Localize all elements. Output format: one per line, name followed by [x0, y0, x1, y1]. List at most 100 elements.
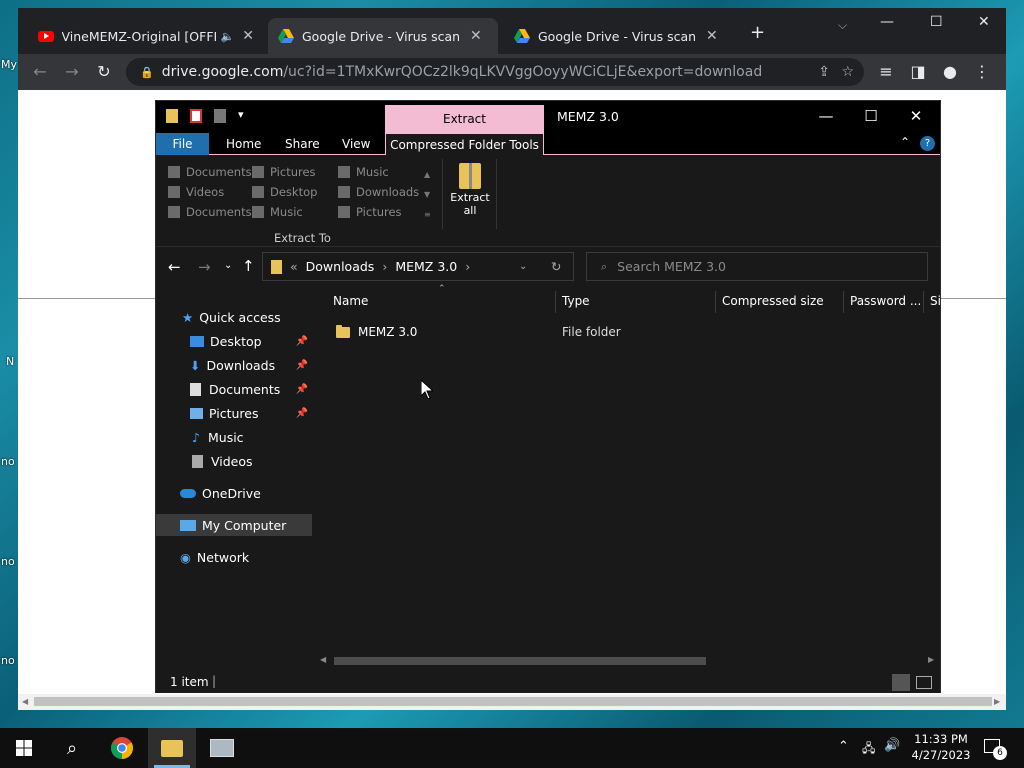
chrome-taskbar-button[interactable] [98, 728, 146, 768]
close-tab-icon[interactable]: ✕ [706, 28, 718, 44]
up-icon[interactable]: ↑ [242, 257, 255, 275]
scroll-right-icon[interactable]: ▶ [994, 697, 1000, 706]
extract-to-music[interactable]: Music [338, 165, 389, 179]
tab-file[interactable]: File [156, 133, 209, 155]
search-icon[interactable]: ⌕ [48, 728, 96, 768]
sidebar-my-computer[interactable]: My Computer [156, 514, 312, 536]
network-icon[interactable]: 🖧 [862, 739, 875, 760]
tab-youtube[interactable]: VineMEMZ-Original [OFFICIAL 🔈 ✕ [28, 18, 264, 54]
back-icon[interactable]: ← [30, 62, 50, 81]
extract-to-videos[interactable]: Videos [168, 185, 224, 199]
minimize-icon[interactable]: — [880, 14, 894, 30]
desktop-icon-label[interactable]: N [6, 355, 14, 368]
close-tab-icon[interactable]: ✕ [242, 28, 254, 44]
column-header-password[interactable]: Password ... [850, 294, 921, 308]
details-view-icon[interactable] [892, 674, 910, 691]
tab-home[interactable]: Home [214, 133, 273, 155]
maximize-icon[interactable]: ☐ [930, 14, 943, 30]
forward-icon[interactable]: → [62, 62, 82, 81]
tab-share[interactable]: Share [273, 133, 332, 155]
menu-icon[interactable]: ⋮ [972, 62, 992, 81]
close-tab-icon[interactable]: ✕ [470, 28, 482, 44]
sidebar-item-documents[interactable]: Documents 📌 [156, 378, 312, 400]
start-button[interactable] [0, 728, 48, 768]
close-icon[interactable]: ✕ [978, 14, 990, 30]
sidebar-onedrive[interactable]: OneDrive [156, 482, 312, 504]
refresh-icon[interactable]: ↻ [551, 259, 561, 274]
pin-icon[interactable]: 📌 [296, 360, 308, 371]
sidebar-item-pictures[interactable]: Pictures 📌 [156, 402, 312, 424]
sidebar-item-videos[interactable]: Videos [156, 450, 312, 472]
tab-search-icon[interactable]: ⌵ [838, 18, 847, 33]
pin-icon[interactable]: 📌 [296, 384, 308, 395]
tab-drive-2[interactable]: Google Drive - Virus scan warning ✕ [504, 18, 734, 54]
customize-quick-access-icon[interactable]: ▾ [238, 108, 244, 121]
column-header-size[interactable]: Si [930, 294, 941, 308]
breadcrumb-memz[interactable]: MEMZ 3.0 [395, 259, 457, 274]
help-icon[interactable]: ? [920, 136, 935, 151]
extract-to-pictures-2[interactable]: Pictures [338, 205, 402, 219]
column-header-compressed-size[interactable]: Compressed size [722, 294, 824, 308]
pin-icon[interactable]: 📌 [296, 336, 308, 347]
file-explorer-taskbar-button[interactable] [148, 728, 196, 768]
address-bar[interactable]: 🔒 drive.google.com/uc?id=1TMxKwrQOCz2lk9… [126, 58, 864, 86]
tab-drive-1[interactable]: Google Drive - Virus scan warning ✕ [268, 18, 498, 54]
desktop-icon-label[interactable]: My [1, 58, 17, 71]
scrollbar-thumb[interactable] [334, 657, 706, 665]
extract-to-documents[interactable]: Documents [168, 165, 252, 179]
new-folder-icon[interactable] [214, 109, 226, 123]
lock-icon[interactable]: 🔒 [140, 66, 154, 79]
extract-to-music-2[interactable]: Music [252, 205, 303, 219]
gallery-scroll-icon[interactable]: ▲ ▼ ≡ [424, 165, 431, 225]
reload-icon[interactable]: ↻ [94, 62, 114, 81]
volume-icon[interactable]: 🔊 [884, 738, 900, 753]
address-dropdown-icon[interactable]: ⌄ [519, 261, 527, 272]
show-hidden-icons-icon[interactable]: ⌃ [838, 739, 849, 754]
properties-icon[interactable] [190, 109, 202, 123]
clock[interactable]: 11:33 PM 4/27/2023 [910, 731, 972, 763]
sidebar-item-music[interactable]: ♪ Music [156, 426, 312, 448]
scroll-left-icon[interactable]: ◀ [320, 655, 326, 664]
bookmark-star-icon[interactable]: ☆ [841, 64, 854, 80]
minimize-icon[interactable]: — [816, 107, 836, 125]
scrollbar-thumb[interactable] [34, 697, 992, 706]
back-icon[interactable]: ← [168, 258, 181, 276]
column-header-type[interactable]: Type [562, 294, 590, 308]
scroll-right-icon[interactable]: ▶ [928, 655, 934, 664]
speaker-icon[interactable]: 🔈 [221, 30, 235, 43]
page-horizontal-scrollbar[interactable]: ◀ ▶ [18, 694, 1006, 710]
tab-compressed-folder-tools[interactable]: Compressed Folder Tools [385, 133, 544, 155]
sidebar-network[interactable]: ◉ Network [156, 546, 312, 568]
sidebar-item-desktop[interactable]: Desktop 📌 [156, 330, 312, 352]
column-divider[interactable] [555, 291, 556, 313]
close-icon[interactable]: ✕ [906, 107, 926, 125]
breadcrumb-separator[interactable]: › [382, 259, 387, 274]
pin-icon[interactable]: 📌 [296, 408, 308, 419]
desktop-icon-label[interactable]: no [1, 555, 15, 568]
share-icon[interactable]: ⇪ [818, 64, 830, 80]
horizontal-scrollbar[interactable]: ◀ ▶ [320, 654, 936, 668]
sidebar-item-downloads[interactable]: ⬇ Downloads 📌 [156, 354, 312, 376]
new-tab-button[interactable]: + [750, 22, 765, 43]
context-tab-extract[interactable]: Extract [385, 105, 544, 133]
breadcrumb-overflow[interactable]: « [290, 259, 298, 274]
extract-all-button[interactable]: Extract all [450, 161, 490, 229]
scroll-left-icon[interactable]: ◀ [22, 697, 28, 706]
column-header-name[interactable]: Name [333, 294, 368, 308]
tab-view[interactable]: View [330, 133, 382, 155]
extract-to-downloads[interactable]: Downloads [338, 185, 419, 199]
extract-to-documents-2[interactable]: Documents [168, 205, 252, 219]
extract-to-desktop[interactable]: Desktop [252, 185, 317, 199]
recent-locations-icon[interactable]: ⌄ [224, 260, 232, 271]
desktop-icon-label[interactable]: no [1, 455, 15, 468]
address-bar[interactable]: « Downloads › MEMZ 3.0 › ⌄ ↻ [262, 252, 574, 281]
breadcrumb-downloads[interactable]: Downloads [306, 259, 375, 274]
forward-icon[interactable]: → [198, 258, 211, 276]
large-icons-view-icon[interactable] [916, 676, 932, 689]
collapse-ribbon-icon[interactable]: ⌃ [900, 135, 910, 149]
breadcrumb-separator[interactable]: › [465, 259, 470, 274]
desktop-icon-label[interactable]: no [1, 654, 15, 667]
app-taskbar-button[interactable] [198, 728, 246, 768]
column-divider[interactable] [843, 291, 844, 313]
column-divider[interactable] [923, 291, 924, 313]
